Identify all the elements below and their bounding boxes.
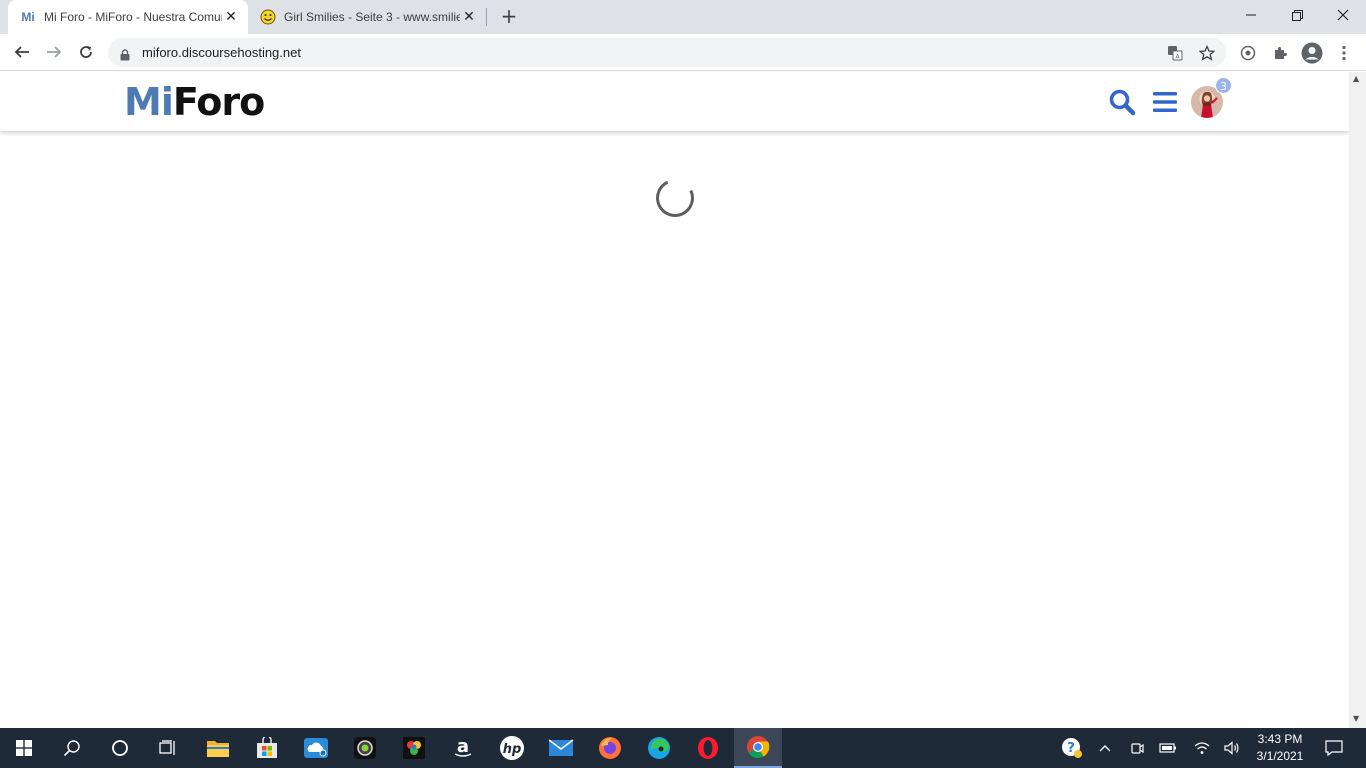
opera-icon[interactable] bbox=[684, 728, 732, 768]
extensions-puzzle-icon[interactable] bbox=[1269, 42, 1291, 64]
tab-girl-smilies[interactable]: Girl Smilies - Seite 3 - www.smilies.4-u… bbox=[248, 0, 486, 34]
mail-icon[interactable] bbox=[537, 728, 585, 768]
windows-taskbar: a hp ? 3:43 PM 3/1/2021 bbox=[0, 728, 1366, 768]
clock-time: 3:43 PM bbox=[1257, 732, 1303, 746]
close-tab-icon[interactable]: ✕ bbox=[222, 8, 240, 26]
address-bar[interactable]: miforo.discoursehosting.net A bbox=[108, 38, 1226, 67]
notification-badge[interactable]: 3 bbox=[1215, 77, 1232, 94]
weather-cloud-app-icon[interactable] bbox=[292, 728, 340, 768]
wifi-icon[interactable] bbox=[1190, 728, 1214, 768]
tab-separator bbox=[486, 8, 487, 26]
firefox-icon[interactable] bbox=[586, 728, 634, 768]
browser-toolbar: miforo.discoursehosting.net A bbox=[0, 34, 1366, 71]
scroll-up-icon[interactable]: ▲ bbox=[1353, 74, 1359, 83]
meet-now-icon[interactable] bbox=[1126, 728, 1148, 768]
tab-title: Girl Smilies - Seite 3 - www.smilies.4-u… bbox=[284, 10, 460, 24]
cortana-icon[interactable] bbox=[96, 728, 144, 768]
profile-avatar-icon[interactable] bbox=[1301, 42, 1323, 64]
restore-icon[interactable] bbox=[1274, 0, 1320, 30]
hamburger-menu-icon[interactable] bbox=[1150, 87, 1180, 117]
site-logo[interactable]: MiForo bbox=[124, 80, 265, 124]
paint-app-icon[interactable] bbox=[390, 728, 438, 768]
file-explorer-icon[interactable] bbox=[194, 728, 242, 768]
edge-icon[interactable] bbox=[635, 728, 683, 768]
tab-title: Mi Foro - MiForo - Nuestra Comunidad bbox=[44, 10, 222, 24]
battery-icon[interactable] bbox=[1156, 728, 1180, 768]
svg-text:hp: hp bbox=[503, 742, 522, 757]
minimize-icon[interactable] bbox=[1228, 0, 1274, 30]
close-window-icon[interactable] bbox=[1320, 0, 1366, 30]
notifications-icon[interactable] bbox=[1320, 728, 1348, 768]
chrome-icon[interactable] bbox=[734, 728, 782, 768]
system-clock[interactable]: 3:43 PM 3/1/2021 bbox=[1248, 731, 1312, 765]
clock-date: 3/1/2021 bbox=[1256, 749, 1304, 763]
help-tray-icon[interactable]: ? bbox=[1058, 728, 1086, 768]
site-header: MiForo 3 bbox=[0, 72, 1349, 131]
microsoft-store-icon[interactable] bbox=[243, 728, 291, 768]
extension-shield-icon[interactable] bbox=[1237, 42, 1259, 64]
logo-mi: Mi bbox=[124, 80, 174, 124]
url-text[interactable]: miforo.discoursehosting.net bbox=[142, 38, 301, 67]
browser-menu-icon[interactable] bbox=[1333, 42, 1355, 64]
page-content: MiForo 3 bbox=[0, 72, 1349, 728]
tab-strip: Mi Mi Foro - MiForo - Nuestra Comunidad … bbox=[0, 0, 1366, 34]
forward-icon[interactable] bbox=[40, 38, 68, 66]
task-view-icon[interactable] bbox=[144, 728, 192, 768]
loading-spinner-icon bbox=[650, 173, 700, 223]
tab-miforo[interactable]: Mi Mi Foro - MiForo - Nuestra Comunidad … bbox=[8, 0, 248, 34]
reload-icon[interactable] bbox=[72, 38, 100, 66]
amazon-icon[interactable]: a bbox=[439, 728, 487, 768]
search-icon[interactable] bbox=[1107, 87, 1137, 117]
new-tab-button[interactable]: + bbox=[498, 6, 520, 28]
svg-text:a: a bbox=[457, 737, 469, 757]
windows-start-icon[interactable] bbox=[0, 728, 48, 768]
logo-foro: Foro bbox=[172, 80, 265, 124]
close-tab-icon[interactable]: ✕ bbox=[460, 8, 478, 26]
bookmark-star-icon[interactable] bbox=[1198, 44, 1216, 62]
smiley-favicon-icon bbox=[260, 9, 276, 25]
translate-icon[interactable]: A bbox=[1166, 44, 1184, 62]
scroll-down-icon[interactable]: ▼ bbox=[1353, 714, 1359, 723]
back-icon[interactable] bbox=[8, 38, 36, 66]
search-taskbar-icon[interactable] bbox=[48, 728, 96, 768]
chevron-up-icon[interactable] bbox=[1094, 728, 1116, 768]
miforo-favicon-icon: Mi bbox=[21, 10, 35, 24]
webcam-app-icon[interactable] bbox=[341, 728, 389, 768]
svg-text:?: ? bbox=[1067, 741, 1075, 756]
hp-icon[interactable]: hp bbox=[488, 728, 536, 768]
page-scrollbar[interactable] bbox=[1349, 72, 1366, 728]
lock-icon[interactable] bbox=[120, 46, 130, 65]
volume-icon[interactable] bbox=[1220, 728, 1244, 768]
